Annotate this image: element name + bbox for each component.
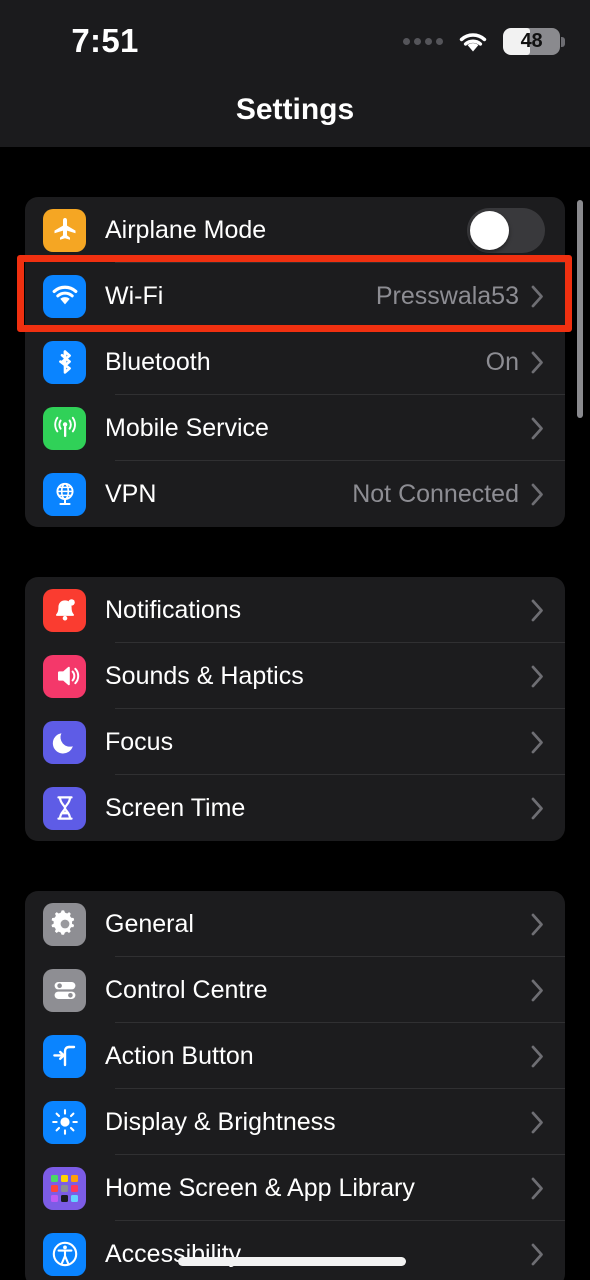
settings-row-general[interactable]: General — [25, 891, 565, 957]
settings-row-accessory — [530, 730, 545, 755]
gear-icon — [43, 902, 86, 946]
settings-row-value: Presswala53 — [375, 281, 519, 310]
settings-row-label: Control Centre — [105, 975, 268, 1004]
airplane-mode-toggle[interactable] — [467, 207, 545, 253]
settings-row-label: Notifications — [105, 595, 242, 624]
toggle-knob — [470, 210, 509, 250]
settings-row-accessory — [530, 416, 545, 441]
app-grid-icon — [43, 1166, 86, 1210]
chevron-right-icon — [530, 664, 545, 689]
vertical-scrollbar[interactable] — [577, 200, 583, 418]
sliders-icon — [43, 968, 86, 1012]
settings-row-focus[interactable]: Focus — [25, 709, 565, 775]
chevron-right-icon — [530, 416, 545, 441]
moon-icon — [43, 720, 86, 764]
settings-row-control-centre[interactable]: Control Centre — [25, 957, 565, 1023]
settings-row-label: Airplane Mode — [105, 215, 267, 244]
action-button-icon — [43, 1034, 86, 1078]
hourglass-icon — [43, 786, 86, 830]
settings-row-accessory — [530, 978, 545, 1003]
settings-row-home-screen-app-library[interactable]: Home Screen & App Library — [25, 1155, 565, 1221]
settings-row-value: Not Connected — [352, 479, 519, 508]
status-bar-indicators: 48 — [403, 28, 565, 55]
cellular-dots-icon — [403, 38, 443, 45]
settings-row-label: Sounds & Haptics — [105, 661, 304, 690]
chevron-right-icon — [530, 482, 545, 507]
chevron-right-icon — [530, 1044, 545, 1069]
settings-row-accessory — [530, 1242, 545, 1267]
settings-row-sounds-haptics[interactable]: Sounds & Haptics — [25, 643, 565, 709]
settings-row-label: Mobile Service — [105, 413, 269, 442]
settings-row-label: Screen Time — [105, 793, 246, 822]
settings-row-accessory — [530, 796, 545, 821]
settings-row-accessory: On — [486, 348, 545, 377]
chevron-right-icon — [530, 912, 545, 937]
settings-row-screen-time[interactable]: Screen Time — [25, 775, 565, 841]
vpn-globe-icon — [43, 472, 86, 516]
status-bar-clock: 7:51 — [71, 22, 139, 59]
battery-cap — [561, 37, 565, 47]
settings-row-accessory: Presswala53 — [376, 282, 545, 311]
bluetooth-icon — [43, 340, 86, 384]
settings-row-accessory — [530, 1110, 545, 1135]
page-title: Settings — [235, 93, 355, 126]
speaker-icon — [43, 654, 86, 698]
accessibility-icon — [43, 1232, 86, 1276]
settings-row-label: Wi-Fi — [105, 281, 164, 310]
settings-row-accessory — [530, 912, 545, 937]
chevron-right-icon — [530, 730, 545, 755]
settings-row-mobile-service[interactable]: Mobile Service — [25, 395, 565, 461]
settings-row-bluetooth[interactable]: Bluetooth On — [25, 329, 565, 395]
settings-list[interactable]: Airplane Mode Wi-Fi Presswala53 Bluetooth On… — [0, 147, 590, 1280]
settings-row-wi-fi[interactable]: Wi-Fi Presswala53 — [25, 263, 565, 329]
settings-group-connectivity: Airplane Mode Wi-Fi Presswala53 Bluetooth On… — [25, 197, 565, 527]
chevron-right-icon — [530, 978, 545, 1003]
bell-icon — [43, 588, 86, 632]
settings-row-accessory: Not Connected — [352, 480, 545, 509]
chevron-right-icon — [530, 796, 545, 821]
settings-row-accessory — [467, 207, 545, 253]
settings-row-accessory — [530, 1176, 545, 1201]
settings-group-system: General Control Centre Action Button Displa… — [25, 891, 565, 1280]
settings-row-accessory — [530, 1044, 545, 1069]
airplane-icon — [43, 208, 86, 252]
chevron-right-icon — [530, 1110, 545, 1135]
home-indicator — [178, 1257, 406, 1266]
chevron-right-icon — [530, 284, 545, 309]
settings-row-label: VPN — [105, 479, 157, 508]
chevron-right-icon — [530, 350, 545, 375]
settings-screen: 7:51 48 Settings Airplane Mode Wi-Fi Press… — [0, 0, 590, 1280]
chevron-right-icon — [530, 1176, 545, 1201]
settings-row-label: Display & Brightness — [105, 1107, 336, 1136]
chevron-right-icon — [530, 598, 545, 623]
cellular-antenna-icon — [43, 406, 86, 450]
settings-row-notifications[interactable]: Notifications — [25, 577, 565, 643]
settings-group-alerts: Notifications Sounds & Haptics Focus Screen… — [25, 577, 565, 841]
settings-row-label: Bluetooth — [105, 347, 211, 376]
settings-row-accessory — [530, 664, 545, 689]
wifi-icon — [457, 30, 489, 54]
chevron-right-icon — [530, 1242, 545, 1267]
settings-row-label: Focus — [105, 727, 174, 756]
wifi-icon — [43, 274, 86, 318]
settings-row-display-brightness[interactable]: Display & Brightness — [25, 1089, 565, 1155]
settings-row-accessibility[interactable]: Accessibility — [25, 1221, 565, 1280]
settings-row-value: On — [485, 347, 519, 376]
settings-row-accessory — [530, 598, 545, 623]
settings-row-label: General — [105, 909, 194, 938]
settings-row-vpn[interactable]: VPN Not Connected — [25, 461, 565, 527]
battery-icon: 48 — [503, 28, 560, 55]
settings-row-airplane-mode[interactable]: Airplane Mode — [25, 197, 565, 263]
settings-row-label: Action Button — [105, 1041, 254, 1070]
battery-level-text: 48 — [520, 30, 543, 52]
settings-row-label: Home Screen & App Library — [105, 1173, 415, 1202]
brightness-sun-icon — [43, 1100, 86, 1144]
settings-row-action-button[interactable]: Action Button — [25, 1023, 565, 1089]
